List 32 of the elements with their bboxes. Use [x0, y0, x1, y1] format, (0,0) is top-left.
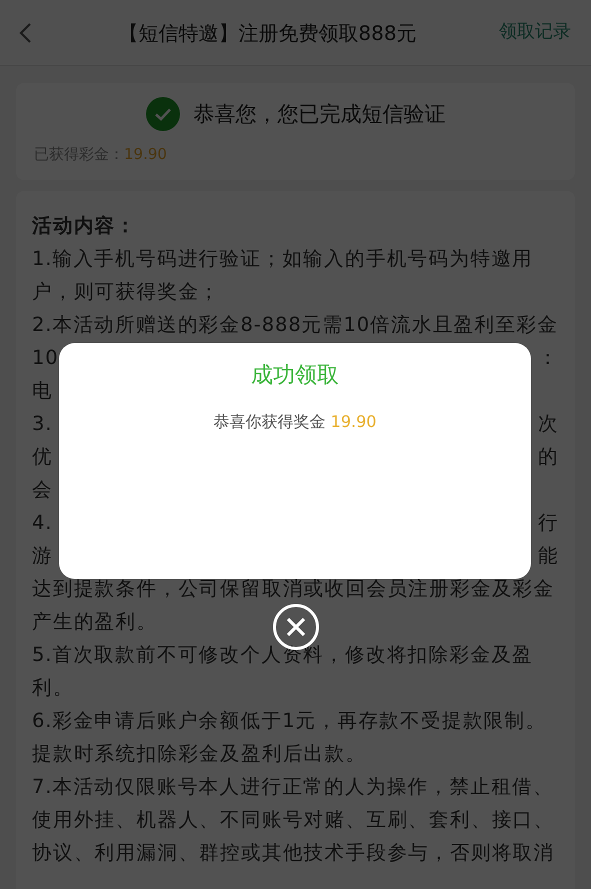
rule-text: 4.: [32, 511, 52, 534]
rule-text: 3.: [32, 412, 52, 435]
rule-text: 的: [538, 444, 559, 470]
rule-text: 会: [32, 477, 53, 503]
rule-text: 次: [538, 411, 559, 437]
records-link[interactable]: 领取记录: [499, 18, 571, 42]
rule-text: 提款时系统扣除彩金及盈利后出款。: [32, 741, 366, 767]
rule-text: 利。: [32, 675, 74, 701]
rule-text: 能: [538, 543, 559, 569]
rule-text: 游: [32, 543, 53, 569]
back-icon: [18, 22, 32, 44]
rule-text: 户，则可获得奖金；: [32, 279, 220, 305]
rule-text: 使用外挂、机器人、不同账号对赌、互刷、套利、接口、: [32, 807, 554, 833]
rules-heading: 活动内容：: [32, 213, 136, 239]
rule-text: 行: [538, 510, 559, 536]
page-title: 【短信特邀】注册免费领取888元: [118, 20, 418, 46]
rule-text: 电: [32, 378, 53, 404]
rule-text: 产生的盈利。: [32, 609, 158, 635]
bonus-amount: 19.90: [330, 412, 376, 431]
rule-text: 协议、利用漏洞、群控或其他技术手段参与，否则将取消: [32, 840, 554, 866]
rule-text: 6.彩金申请后账户余额低于1元，再存款不受提款限制。: [32, 708, 546, 734]
earned-amount: 19.90: [124, 145, 167, 163]
rule-text: 1.输入手机号码进行验证；如输入的手机号码为特邀用: [32, 246, 534, 272]
rule-text: 2.本活动所赠送的彩金8-888元需10倍流水且盈利至彩金: [32, 312, 558, 338]
rule-text: ：: [538, 345, 559, 371]
verification-message: 恭喜您，您已完成短信验证: [194, 101, 446, 128]
rule-text: 优: [32, 444, 53, 470]
rule-text: 7.本活动仅限账号本人进行正常的人为操作，禁止租借、: [32, 774, 554, 800]
dialog-title: 成功领取: [250, 362, 340, 390]
dialog-message: 恭喜你获得奖金: [214, 412, 326, 431]
rule-text: 达到提款条件，公司保留取消或收回会员注册彩金及彩金: [32, 576, 554, 602]
rule-text: 10: [32, 346, 59, 369]
